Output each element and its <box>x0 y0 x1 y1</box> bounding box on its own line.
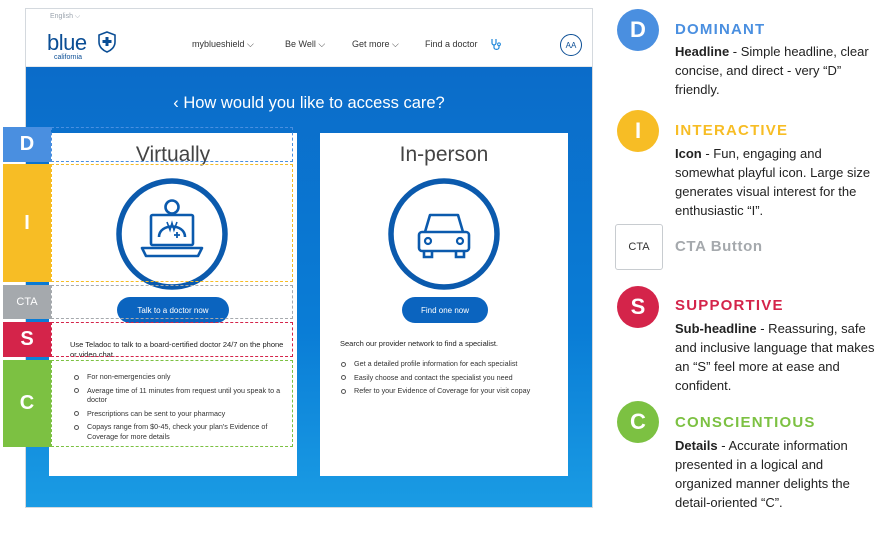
language-selector[interactable]: English ⌵ <box>50 13 80 21</box>
cta-tag: CTA <box>3 285 51 319</box>
in-person-care-card: In-person Find one now Search our provid… <box>320 133 568 476</box>
list-item: Refer to your Evidence of Coverage for y… <box>340 386 555 396</box>
nav-find-a-doctor[interactable]: Find a doctor <box>425 39 478 49</box>
nav-myblueshield[interactable]: myblueshield ⌵ <box>192 39 254 50</box>
interactive-description: Icon - Fun, engaging and somewhat playfu… <box>675 144 880 220</box>
supportive-description: Sub-headline - Reassuring, safe and incl… <box>675 319 880 395</box>
interactive-text: - Fun, engaging and somewhat playful ico… <box>675 146 871 218</box>
cta-legend-title: CTA Button <box>675 238 763 255</box>
in-person-card-title: In-person <box>399 143 489 166</box>
s-tag: S <box>3 322 51 357</box>
in-person-details-list: Get a detailed profile information for e… <box>340 359 555 400</box>
i-tag: I <box>3 164 51 282</box>
interactive-title: INTERACTIVE <box>675 122 789 139</box>
dominant-highlight-box <box>51 127 293 162</box>
dominant-description: Headline - Simple headline, clear concis… <box>675 42 880 99</box>
cta-legend-box: CTA <box>615 224 663 270</box>
conscientious-highlight-box <box>51 360 293 447</box>
supportive-highlight-box <box>51 322 293 357</box>
interactive-badge: I <box>617 110 659 152</box>
logo-subtitle: california <box>54 54 83 61</box>
supportive-title: SUPPORTIVE <box>675 297 784 314</box>
supportive-term: Sub-headline <box>675 321 757 336</box>
nav-be-well[interactable]: Be Well ⌵ <box>285 39 325 50</box>
dominant-badge: D <box>617 9 659 51</box>
car-icon <box>388 178 500 290</box>
stethoscope-icon <box>491 39 501 50</box>
c-tag: C <box>3 360 51 447</box>
top-navigation: blue california myblueshield ⌵ Be Well ⌵… <box>26 27 592 67</box>
dominant-title: DOMINANT <box>675 21 766 38</box>
interactive-highlight-box <box>51 164 293 282</box>
in-person-subheadline: Search our provider network to find a sp… <box>340 339 498 348</box>
cta-highlight-box <box>51 285 293 319</box>
text-size-button[interactable]: AA <box>560 34 582 56</box>
d-tag: D <box>3 127 51 162</box>
brand-logo[interactable]: blue california <box>47 30 122 62</box>
list-item: Easily choose and contact the specialist… <box>340 373 555 383</box>
interactive-term: Icon <box>675 146 702 161</box>
find-one-now-button[interactable]: Find one now <box>402 297 488 323</box>
list-item: Get a detailed profile information for e… <box>340 359 555 369</box>
conscientious-term: Details <box>675 438 718 453</box>
conscientious-badge: C <box>617 401 659 443</box>
logo-wordmark: blue <box>47 30 87 55</box>
shield-cross-icon <box>98 31 116 53</box>
conscientious-description: Details - Accurate information presented… <box>675 436 880 512</box>
page-heading[interactable]: ‹ How would you like to access care? <box>26 94 592 113</box>
dominant-term: Headline <box>675 44 730 59</box>
nav-get-more[interactable]: Get more ⌵ <box>352 39 399 50</box>
conscientious-title: CONSCIENTIOUS <box>675 414 816 431</box>
supportive-badge: S <box>617 286 659 328</box>
